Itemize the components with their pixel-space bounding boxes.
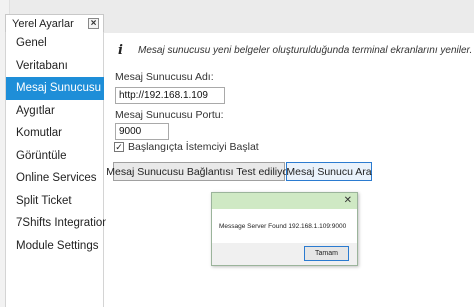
startup-checkbox-label: Başlangıçta İstemciyi Başlat — [128, 141, 259, 153]
settings-sidebar: Genel Veritabanı Mesaj Sunucusu Aygıtlar… — [5, 32, 109, 307]
sidebar-item-komutlar[interactable]: Komutlar — [6, 122, 103, 145]
info-row: i Mesaj sunucusu yeni belgeler oluşturul… — [118, 43, 472, 58]
sidebar-item-genel[interactable]: Genel — [6, 32, 103, 55]
sidebar-item-veritabani[interactable]: Veritabanı — [6, 55, 103, 78]
ok-button[interactable]: Tamam — [304, 246, 349, 261]
sidebar-item-goruntule[interactable]: Görüntüle — [6, 145, 103, 168]
sidebar-item-mesaj-sunucusu[interactable]: Mesaj Sunucusu — [6, 77, 104, 100]
panel-title: Yerel Ayarlar — [12, 17, 74, 30]
sidebar-item-online-services[interactable]: Online Services — [6, 167, 103, 190]
panel-header: Yerel Ayarlar × — [5, 14, 104, 32]
dialog-close-icon[interactable]: ✕ — [344, 196, 352, 206]
dialog-titlebar: ✕ — [212, 193, 357, 209]
sidebar-item-7shifts-integration[interactable]: 7Shifts Integration — [6, 212, 109, 235]
close-icon[interactable]: × — [88, 18, 99, 29]
startup-checkbox[interactable]: ✓ — [114, 142, 124, 152]
sidebar-item-split-ticket[interactable]: Split Ticket — [6, 190, 103, 213]
test-connection-button[interactable]: Mesaj Sunucusu Bağlantısı Test ediliyor — [106, 162, 292, 181]
server-name-input[interactable] — [115, 87, 225, 104]
dialog-message: Message Server Found 192.168.1.109:9000 — [219, 223, 347, 230]
message-dialog: ✕ Message Server Found 192.168.1.109:900… — [211, 192, 358, 266]
server-port-input[interactable] — [115, 123, 169, 140]
sidebar-item-aygitlar[interactable]: Aygıtlar — [6, 100, 103, 123]
info-icon: i — [118, 43, 123, 58]
server-name-label: Mesaj Sunucusu Adı: — [115, 71, 214, 83]
sidebar-item-module-settings[interactable]: Module Settings — [6, 235, 103, 258]
info-text: Mesaj sunucusu yeni belgeler oluşturuldu… — [138, 45, 473, 56]
dialog-footer: Tamam — [212, 243, 357, 265]
search-server-button[interactable]: Mesaj Sunucu Ara — [286, 162, 372, 181]
startup-checkbox-row[interactable]: ✓ Başlangıçta İstemciyi Başlat — [114, 141, 259, 153]
server-port-label: Mesaj Sunucusu Portu: — [115, 109, 224, 121]
